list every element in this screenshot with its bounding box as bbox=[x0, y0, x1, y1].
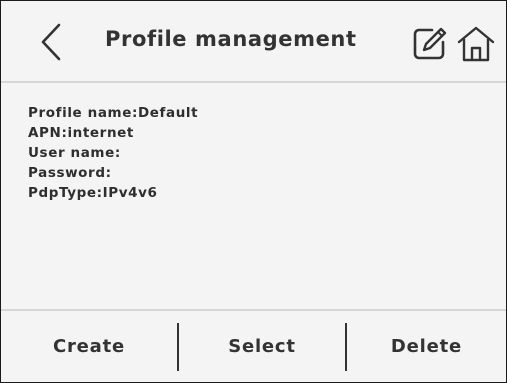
pdp-type-line: PdpType:IPv4v6 bbox=[28, 185, 158, 201]
back-button[interactable] bbox=[31, 19, 75, 65]
chevron-left-icon bbox=[41, 23, 61, 61]
page-title: Profile management bbox=[105, 27, 357, 51]
apn-line: APN:internet bbox=[28, 125, 134, 141]
edit-icon bbox=[413, 27, 447, 60]
home-button[interactable] bbox=[456, 24, 496, 64]
profile-management-screen: Profile management Profile name:Default … bbox=[0, 0, 507, 383]
delete-button[interactable]: Delete bbox=[347, 311, 506, 382]
user-name-line: User name: bbox=[28, 145, 121, 161]
edit-button[interactable] bbox=[410, 25, 448, 63]
header-bar: Profile management bbox=[1, 1, 506, 83]
password-line: Password: bbox=[28, 165, 112, 181]
profile-details: Profile name:Default APN:internet User n… bbox=[1, 83, 506, 309]
profile-name-line: Profile name:Default bbox=[28, 105, 199, 121]
home-icon bbox=[457, 26, 495, 62]
action-bar: Create Select Delete bbox=[1, 309, 506, 382]
create-button[interactable]: Create bbox=[1, 311, 177, 382]
select-button[interactable]: Select bbox=[179, 311, 345, 382]
